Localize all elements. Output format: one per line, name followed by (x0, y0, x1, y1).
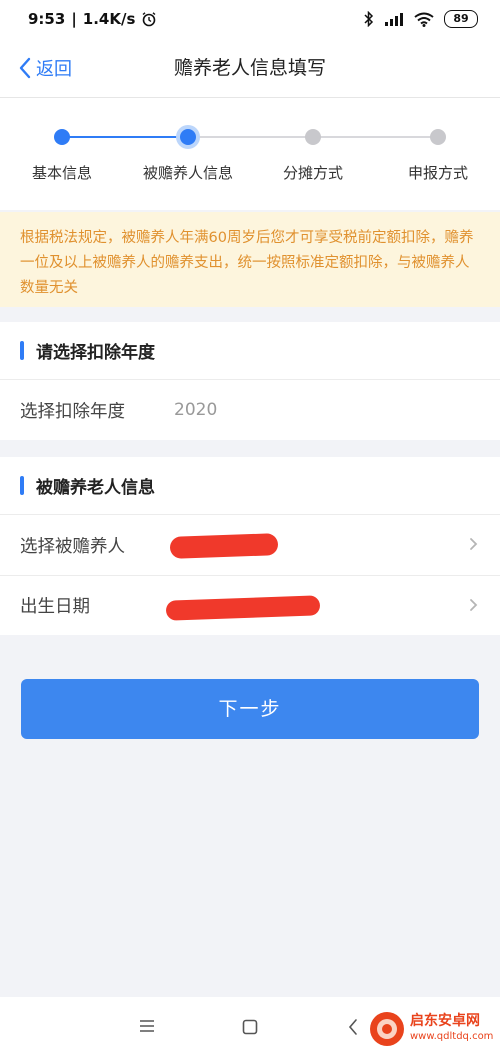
status-left: 9:53 | 1.4K/s (28, 10, 157, 28)
step-line-2 (188, 136, 313, 138)
step-label-4: 申报方式 (407, 164, 468, 182)
section-accent-bar (20, 341, 24, 360)
deduction-year-value: 2020 (174, 400, 218, 420)
menu-icon[interactable] (138, 1019, 156, 1033)
redaction-mark (169, 533, 279, 559)
step-dot-3 (305, 129, 321, 145)
signal-icon (385, 13, 403, 26)
step-dot-2-core (180, 129, 196, 145)
select-dependent-label: 选择被赡养人 (20, 536, 125, 557)
chevron-left-icon (19, 57, 31, 79)
step-line-3 (313, 136, 438, 138)
bluetooth-icon (364, 11, 374, 27)
status-time: 9:53 (28, 10, 66, 28)
back-label: 返回 (36, 59, 72, 80)
birth-date-row[interactable]: 出生日期 (0, 575, 500, 635)
chevron-right-icon (470, 538, 478, 550)
status-bar: 9:53 | 1.4K/s 89 (0, 0, 500, 38)
redaction-mark (165, 595, 321, 621)
section-deduction-year: 请选择扣除年度 选择扣除年度 2020 (0, 322, 500, 440)
section-header-dependent: 被赡养老人信息 (0, 457, 500, 515)
step-line-1 (62, 136, 188, 138)
deduction-year-label: 选择扣除年度 (20, 401, 125, 422)
battery-indicator: 89 (444, 10, 478, 28)
watermark-url: www.qdltdq.com (410, 1031, 494, 1042)
nav-bar: 返回 赡养老人信息填写 (0, 38, 500, 98)
progress-stepper: 基本信息 被赡养人信息 分摊方式 申报方式 (0, 98, 500, 210)
chevron-right-icon (470, 599, 478, 611)
select-dependent-row[interactable]: 选择被赡养人 (0, 515, 500, 575)
home-square-icon[interactable] (242, 1019, 258, 1035)
site-watermark: 启东安卓网 www.qdltdq.com (370, 1012, 493, 1046)
alarm-icon (142, 12, 156, 27)
step-dot-4 (430, 129, 446, 145)
status-speed: 1.4K/s (82, 10, 136, 28)
step-label-1: 基本信息 (31, 164, 92, 182)
step-label-2: 被赡养人信息 (142, 164, 233, 182)
status-divider: | (71, 10, 77, 28)
watermark-text: 启东安卓网 www.qdltdq.com (410, 1014, 493, 1044)
watermark-name: 启东安卓网 (410, 1013, 480, 1029)
step-label-3: 分摊方式 (282, 164, 343, 182)
section-title-dependent: 被赡养老人信息 (36, 478, 155, 498)
section-dependent-info: 被赡养老人信息 选择被赡养人 出生日期 (0, 457, 500, 635)
page-title: 赡养老人信息填写 (173, 57, 326, 79)
step-dot-1 (54, 129, 70, 145)
back-arrow-icon[interactable] (348, 1018, 358, 1036)
tax-notice: 根据税法规定，被赡养人年满60周岁后您才可享受税前定额扣除，赡养一位及以上被赡养… (0, 212, 500, 307)
birth-date-label: 出生日期 (20, 597, 90, 617)
section-header-year: 请选择扣除年度 (0, 322, 500, 380)
status-right: 89 (364, 10, 478, 28)
wifi-icon (414, 12, 434, 27)
deduction-year-row[interactable]: 选择扣除年度 2020 (0, 380, 500, 440)
next-step-button[interactable]: 下一步 (21, 679, 479, 739)
section-accent-bar (20, 476, 24, 495)
section-title-year: 请选择扣除年度 (36, 343, 155, 363)
watermark-logo-icon (370, 1012, 404, 1046)
back-button[interactable]: 返回 (18, 38, 72, 98)
